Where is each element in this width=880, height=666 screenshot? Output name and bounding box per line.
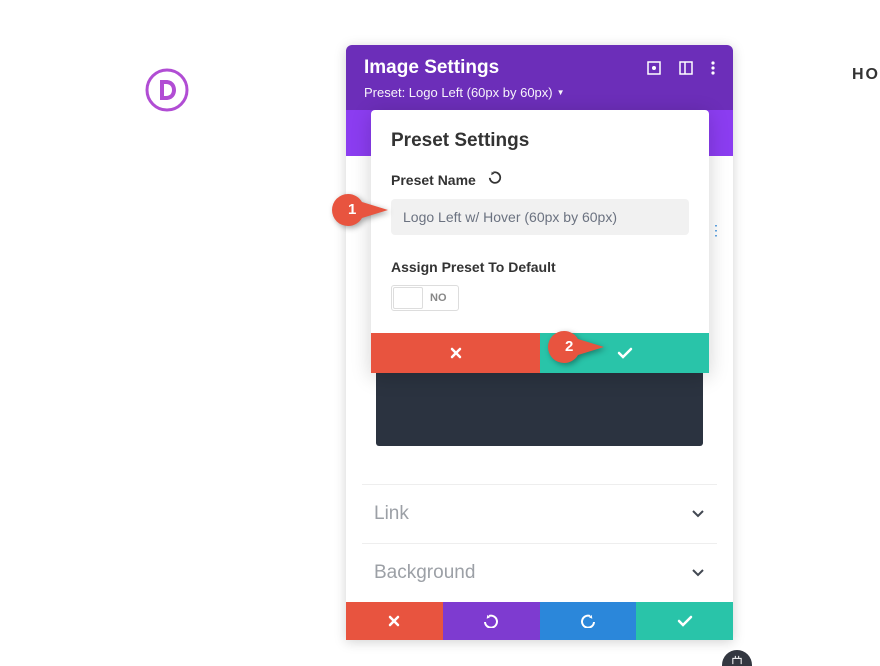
- help-bubble[interactable]: [722, 650, 752, 666]
- kebab-menu-icon[interactable]: [711, 61, 715, 75]
- preset-name-input[interactable]: [391, 199, 689, 235]
- preset-popup-title: Preset Settings: [391, 130, 689, 152]
- preset-cancel-button[interactable]: [371, 333, 540, 373]
- assign-default-label: Assign Preset To Default: [391, 259, 689, 275]
- panel-header: Image Settings Preset: Logo Left (60px b…: [346, 45, 733, 110]
- divi-logo: [145, 68, 189, 112]
- accordion-background[interactable]: Background: [362, 543, 717, 602]
- toggle-text: NO: [430, 292, 447, 304]
- preset-name-label: Preset Name: [391, 172, 476, 188]
- preset-dropdown[interactable]: Preset: Logo Left (60px by 60px) ▼: [364, 85, 715, 100]
- assign-default-toggle[interactable]: NO: [391, 285, 459, 311]
- accordion-link[interactable]: Link: [362, 484, 717, 543]
- preset-settings-popup: Preset Settings Preset Name Assign Prese…: [371, 110, 709, 373]
- nav-text-fragment: HO: [852, 66, 880, 84]
- toggle-knob: [393, 287, 423, 309]
- preset-action-bar: [371, 333, 709, 373]
- reset-icon[interactable]: [488, 170, 502, 189]
- callout-2-num: 2: [565, 338, 573, 355]
- callout-2: 2: [548, 331, 606, 363]
- chevron-down-icon: [691, 566, 705, 580]
- chevron-down-icon: [691, 507, 705, 521]
- caret-down-icon: ▼: [557, 88, 565, 97]
- preset-line-text: Preset: Logo Left (60px by 60px): [364, 85, 553, 100]
- cancel-button[interactable]: [346, 602, 443, 640]
- bottom-action-bar: [346, 602, 733, 640]
- accordion: Link Background: [346, 484, 733, 602]
- accordion-link-label: Link: [374, 503, 409, 525]
- panel-layout-icon[interactable]: [679, 61, 693, 75]
- expand-icon[interactable]: [647, 61, 661, 75]
- save-button[interactable]: [636, 602, 733, 640]
- redo-button[interactable]: [540, 602, 637, 640]
- callout-1: 1: [332, 194, 390, 226]
- callout-1-num: 1: [348, 201, 356, 218]
- options-dots-peek[interactable]: ⋮: [709, 222, 723, 239]
- panel-title: Image Settings: [364, 57, 499, 79]
- accordion-background-label: Background: [374, 562, 475, 584]
- undo-button[interactable]: [443, 602, 540, 640]
